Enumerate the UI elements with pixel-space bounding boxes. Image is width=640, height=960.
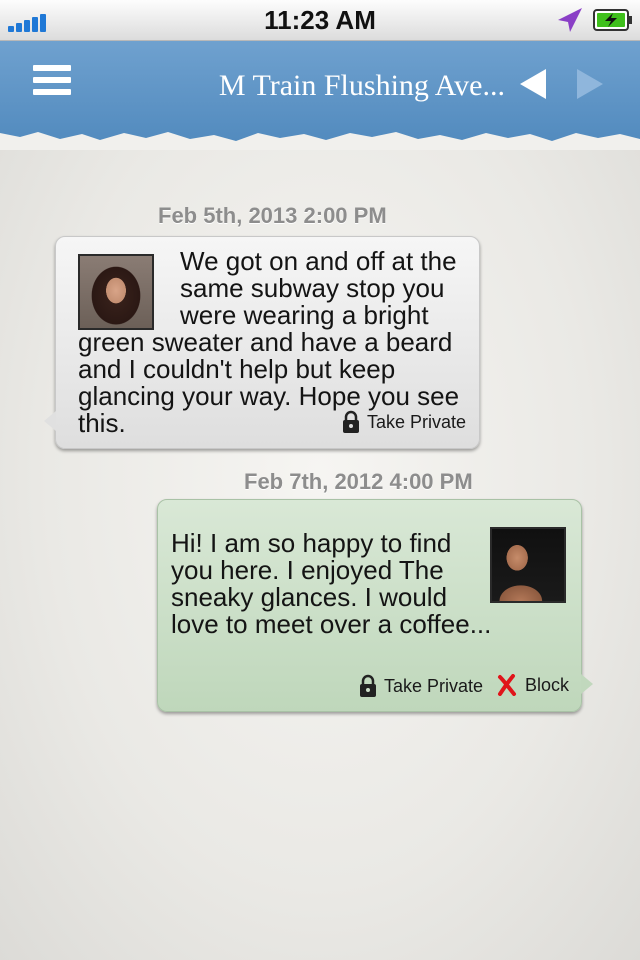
triangle-left-icon[interactable] bbox=[518, 67, 548, 101]
triangle-right-icon[interactable] bbox=[575, 67, 605, 101]
block-button[interactable]: Block bbox=[497, 674, 569, 696]
sender-avatar[interactable] bbox=[78, 254, 158, 330]
woman-profile-photo bbox=[78, 254, 154, 330]
bubble-tail bbox=[581, 674, 593, 694]
thread-title: M Train Flushing Ave... bbox=[218, 69, 505, 102]
block-label: Block bbox=[525, 674, 570, 695]
lock-icon bbox=[343, 410, 359, 433]
red-x-icon bbox=[498, 674, 516, 696]
torn-paper-edge bbox=[0, 132, 640, 151]
take-private-button[interactable]: Take Private bbox=[359, 674, 483, 698]
nav-bar: M Train Flushing Ave... bbox=[0, 41, 640, 151]
hamburger-menu-icon[interactable] bbox=[33, 65, 71, 97]
status-time: 11:23 AM bbox=[264, 5, 376, 35]
take-private-label: Take Private bbox=[367, 411, 467, 432]
status-bar: 11:23 AM bbox=[0, 0, 640, 41]
message-text: Hi! I am so happy to find you here. I en… bbox=[171, 528, 492, 639]
incoming-message-bubble: We got on and off at the same subway sto… bbox=[44, 236, 480, 449]
message-text-wrapper: We got on and off at the same subway sto… bbox=[78, 248, 473, 437]
message-timestamp: Feb 5th, 2013 2:00 PM bbox=[158, 203, 387, 228]
message-text-wrapper: Hi! I am so happy to find you here. I en… bbox=[171, 527, 566, 639]
sender-avatar[interactable] bbox=[490, 527, 570, 603]
bubble-tail bbox=[44, 411, 56, 431]
take-private-button[interactable]: Take Private bbox=[342, 410, 466, 434]
location-arrow-icon bbox=[558, 8, 582, 32]
battery-charging-icon bbox=[593, 9, 632, 31]
message-timestamp: Feb 7th, 2012 4:00 PM bbox=[244, 469, 473, 494]
lock-icon bbox=[360, 674, 376, 697]
take-private-label: Take Private bbox=[384, 675, 484, 696]
man-profile-photo bbox=[490, 527, 566, 603]
outgoing-message-bubble: Hi! I am so happy to find you here. I en… bbox=[157, 499, 593, 712]
